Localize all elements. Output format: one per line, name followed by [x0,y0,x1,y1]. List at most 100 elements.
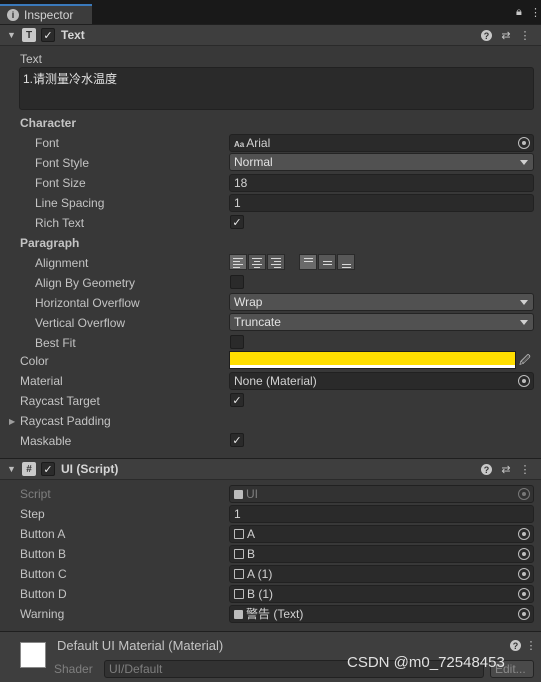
watermark-text: CSDN @m0_72548453 [347,654,505,671]
text-label: Text [20,52,43,66]
font-style-value: Normal [234,155,273,169]
raycast-padding-label[interactable]: Raycast Padding [20,414,111,428]
eyedropper-icon[interactable]: 🖉︎ [519,352,533,367]
horizontal-overflow-dropdown[interactable]: Wrap [229,293,534,311]
font-value: Arial [246,136,271,150]
text-component-header[interactable]: ▼ T ✓ Text ? ⇄ ⋮ [0,24,541,46]
paragraph-header: Paragraph [20,236,80,250]
font-size-value: 18 [234,176,248,190]
horizontal-overflow-value: Wrap [234,295,263,309]
gameobject-icon [234,589,244,599]
object-picker-icon[interactable] [518,375,530,387]
material-label: Material [20,374,63,388]
align-bottom-button[interactable] [337,254,355,270]
script-label: Script [20,487,51,501]
component-menu-icon[interactable]: ⋮ [524,638,538,652]
button-d-field[interactable]: B (1) [229,585,534,603]
text-content-area[interactable]: 1.请测量冷水温度 [19,67,534,110]
inspector-tab[interactable]: i Inspector [0,4,92,24]
text-component-icon [234,610,243,619]
font-asset-icon: Aa [234,140,245,149]
ui-script-title: UI (Script) [61,462,119,476]
object-picker-icon[interactable] [518,548,530,560]
more-options-icon[interactable]: ⋮ [530,6,541,19]
help-icon[interactable]: ? [481,30,492,41]
align-middle-button[interactable] [318,254,336,270]
character-header: Character [20,116,77,130]
text-component-title: Text [61,28,85,42]
object-picker-icon [518,488,530,500]
component-menu-icon[interactable]: ⋮ [518,462,532,476]
foldout-arrow-icon[interactable]: ▼ [7,464,16,474]
material-title: Default UI Material (Material) [57,638,224,653]
script-file-icon [234,490,243,499]
button-c-field[interactable]: A (1) [229,565,534,583]
text-enabled-checkbox[interactable]: ✓ [41,28,55,42]
info-icon: i [7,9,19,21]
preset-icon[interactable]: ⇄ [499,462,513,476]
vertical-overflow-dropdown[interactable]: Truncate [229,313,534,331]
rich-text-label: Rich Text [35,216,85,230]
object-picker-icon[interactable] [518,608,530,620]
object-picker-icon[interactable] [518,568,530,580]
button-b-label: Button B [20,547,67,561]
font-style-dropdown[interactable]: Normal [229,153,534,171]
raycast-target-checkbox[interactable]: ✓ [230,393,244,407]
vertical-overflow-label: Vertical Overflow [35,316,126,330]
align-center-button[interactable] [248,254,266,270]
best-fit-label: Best Fit [35,336,76,350]
material-field[interactable]: None (Material) [229,372,534,390]
text-component-icon: T [22,28,36,42]
button-b-field[interactable]: B [229,545,534,563]
rich-text-checkbox[interactable]: ✓ [230,215,244,229]
raycast-padding-foldout-icon[interactable]: ▶ [9,417,15,426]
font-size-field[interactable]: 18 [229,174,534,192]
font-field[interactable]: Aa Arial [229,134,534,152]
align-left-button[interactable] [229,254,247,270]
inspector-tabbar: i Inspector 🔒︎ ⋮ [0,0,541,24]
button-a-field[interactable]: A [229,525,534,543]
best-fit-checkbox[interactable] [230,335,244,349]
button-b-value: B [247,547,256,561]
warning-field[interactable]: 警告 (Text) [229,605,534,623]
gameobject-icon [234,549,244,559]
raycast-target-label: Raycast Target [20,394,100,408]
button-c-value: A (1) [247,567,273,581]
help-icon[interactable]: ? [481,464,492,475]
align-by-geometry-checkbox[interactable] [230,275,244,289]
button-a-value: A [247,527,256,541]
maskable-label: Maskable [20,434,72,448]
foldout-arrow-icon[interactable]: ▼ [7,30,16,40]
step-value: 1 [234,507,241,521]
align-top-button[interactable] [299,254,317,270]
alpha-bar [230,365,515,368]
color-label: Color [20,354,49,368]
object-picker-icon[interactable] [518,528,530,540]
step-field[interactable]: 1 [229,505,534,523]
object-picker-icon[interactable] [518,588,530,600]
font-size-label: Font Size [35,176,86,190]
maskable-checkbox[interactable]: ✓ [230,433,244,447]
dropdown-arrow-icon [520,160,528,165]
warning-value: 警告 (Text) [246,607,304,621]
object-picker-icon[interactable] [518,137,530,149]
dropdown-arrow-icon [520,320,528,325]
material-thumbnail [20,642,46,668]
color-swatch[interactable] [229,351,516,369]
line-spacing-field[interactable]: 1 [229,194,534,212]
ui-script-enabled-checkbox[interactable]: ✓ [41,462,55,476]
script-value: UI [246,487,258,501]
lock-icon[interactable]: 🔒︎ [516,6,522,19]
preset-icon[interactable]: ⇄ [499,28,513,42]
component-menu-icon[interactable]: ⋮ [518,28,532,42]
alignment-label: Alignment [35,256,89,270]
ui-script-header[interactable]: ▼ # ✓ UI (Script) ? ⇄ ⋮ [0,458,541,480]
button-d-value: B (1) [247,587,274,601]
dropdown-arrow-icon [520,300,528,305]
script-field: UI [229,485,534,503]
align-right-button[interactable] [267,254,285,270]
material-value: None (Material) [234,374,317,388]
script-icon: # [22,462,36,476]
help-icon[interactable]: ? [510,640,521,651]
align-by-geometry-label: Align By Geometry [35,276,136,290]
